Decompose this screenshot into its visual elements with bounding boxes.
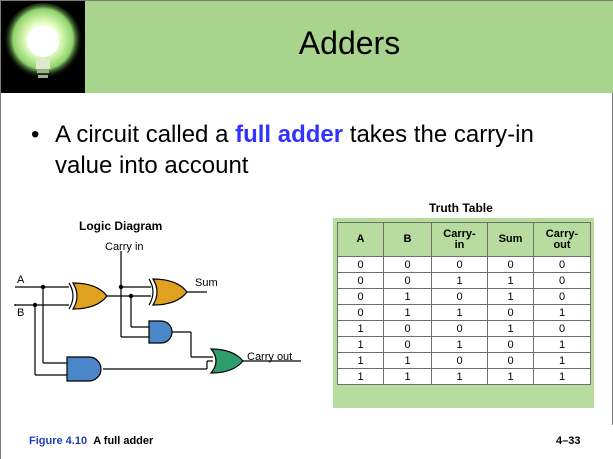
column-header-line: Sum bbox=[498, 233, 523, 245]
and-gate-1 bbox=[148, 320, 173, 344]
table-cell: 0 bbox=[533, 256, 591, 273]
table-header-row: A B Carry-in Sum Carry-out bbox=[337, 222, 591, 257]
table-cell: 0 bbox=[431, 352, 488, 369]
and-gate-2 bbox=[66, 356, 102, 382]
table-cell: 0 bbox=[487, 304, 534, 321]
column-header: Carry-in bbox=[431, 222, 488, 257]
figure-caption: Figure 4.10 A full adder bbox=[29, 435, 153, 447]
column-header: Carry-out bbox=[533, 222, 591, 257]
lightbulb-icon bbox=[3, 3, 83, 83]
table-cell: 0 bbox=[431, 288, 488, 305]
figure-caption-text: A full adder bbox=[93, 435, 154, 447]
full-adder-term: full adder bbox=[235, 121, 344, 148]
logic-diagram: Logic Diagram Carry in A B Sum Carry out bbox=[11, 211, 331, 411]
table-cell: 0 bbox=[383, 272, 432, 289]
table-cell: 1 bbox=[383, 304, 432, 321]
table-row: 01101 bbox=[337, 304, 591, 321]
table-cell: 0 bbox=[337, 256, 384, 273]
table-cell: 0 bbox=[383, 336, 432, 353]
xor-gate-2 bbox=[148, 278, 188, 306]
table-cell: 1 bbox=[431, 304, 488, 321]
table-cell: 1 bbox=[487, 320, 534, 337]
figure-label: Figure 4.10 bbox=[29, 435, 88, 447]
column-header-line: in bbox=[454, 238, 465, 251]
table-row: 00110 bbox=[337, 272, 591, 289]
table-cell: 1 bbox=[337, 368, 384, 385]
table-cell: 1 bbox=[431, 272, 488, 289]
table-body: 0000000110010100110110010101011100111111 bbox=[337, 256, 591, 385]
table-cell: 1 bbox=[337, 352, 384, 369]
bullet-dot: • bbox=[31, 121, 40, 148]
table-cell: 0 bbox=[383, 256, 432, 273]
table-row: 10010 bbox=[337, 320, 591, 337]
logic-diagram-drawing bbox=[14, 251, 301, 382]
slide-title: Adders bbox=[298, 25, 401, 61]
table-cell: 1 bbox=[533, 352, 591, 369]
table-cell: 0 bbox=[337, 288, 384, 305]
table-cell: 0 bbox=[383, 320, 432, 337]
table-cell: 1 bbox=[337, 320, 384, 337]
column-header-line: Carry- bbox=[545, 227, 579, 240]
table-cell: 1 bbox=[533, 368, 591, 385]
xor-gate-1 bbox=[68, 282, 108, 310]
table-cell: 1 bbox=[487, 368, 534, 385]
table-cell: 1 bbox=[383, 288, 432, 305]
column-header-line: out bbox=[553, 238, 571, 251]
wires bbox=[14, 251, 301, 376]
table-cell: 1 bbox=[383, 368, 432, 385]
column-header-line: B bbox=[403, 233, 412, 245]
table-cell: 1 bbox=[533, 336, 591, 353]
truth-table-title: Truth Table bbox=[429, 201, 493, 215]
bullet-text: A circuit called a full adder takes the … bbox=[55, 119, 585, 181]
table-row: 11001 bbox=[337, 352, 591, 369]
column-header: B bbox=[383, 222, 432, 257]
table-cell: 0 bbox=[533, 320, 591, 337]
table-cell: 0 bbox=[337, 304, 384, 321]
column-header: Sum bbox=[487, 222, 534, 257]
table-cell: 0 bbox=[487, 352, 534, 369]
table-cell: 0 bbox=[337, 272, 384, 289]
table-row: 00000 bbox=[337, 256, 591, 273]
table-row: 11111 bbox=[337, 368, 591, 385]
column-header-line: Carry- bbox=[443, 227, 476, 240]
table-row: 01010 bbox=[337, 288, 591, 305]
table-cell: 1 bbox=[487, 272, 534, 289]
table-cell: 0 bbox=[431, 320, 488, 337]
table-cell: 0 bbox=[487, 256, 534, 273]
truth-table-panel: A B Carry-in Sum Carry-out 00000001100101001… bbox=[333, 218, 594, 408]
table-cell: 0 bbox=[431, 256, 488, 273]
or-gate bbox=[209, 348, 244, 374]
table-row: 10101 bbox=[337, 336, 591, 353]
table-cell: 1 bbox=[533, 304, 591, 321]
column-header-line: A bbox=[356, 233, 365, 245]
truth-table: A B Carry-in Sum Carry-out 00000001100101001… bbox=[337, 222, 591, 385]
table-cell: 0 bbox=[533, 288, 591, 305]
slide: Adders • A circuit called a full adder t… bbox=[0, 0, 613, 459]
page-number: 4–33 bbox=[556, 435, 581, 447]
table-cell: 0 bbox=[487, 336, 534, 353]
table-cell: 1 bbox=[383, 352, 432, 369]
bullet-text-prefix: A circuit called a bbox=[55, 121, 236, 148]
column-header: A bbox=[337, 222, 384, 257]
table-cell: 0 bbox=[533, 272, 591, 289]
table-cell: 1 bbox=[487, 288, 534, 305]
table-cell: 1 bbox=[337, 336, 384, 353]
table-cell: 1 bbox=[431, 368, 488, 385]
table-cell: 1 bbox=[431, 336, 488, 353]
